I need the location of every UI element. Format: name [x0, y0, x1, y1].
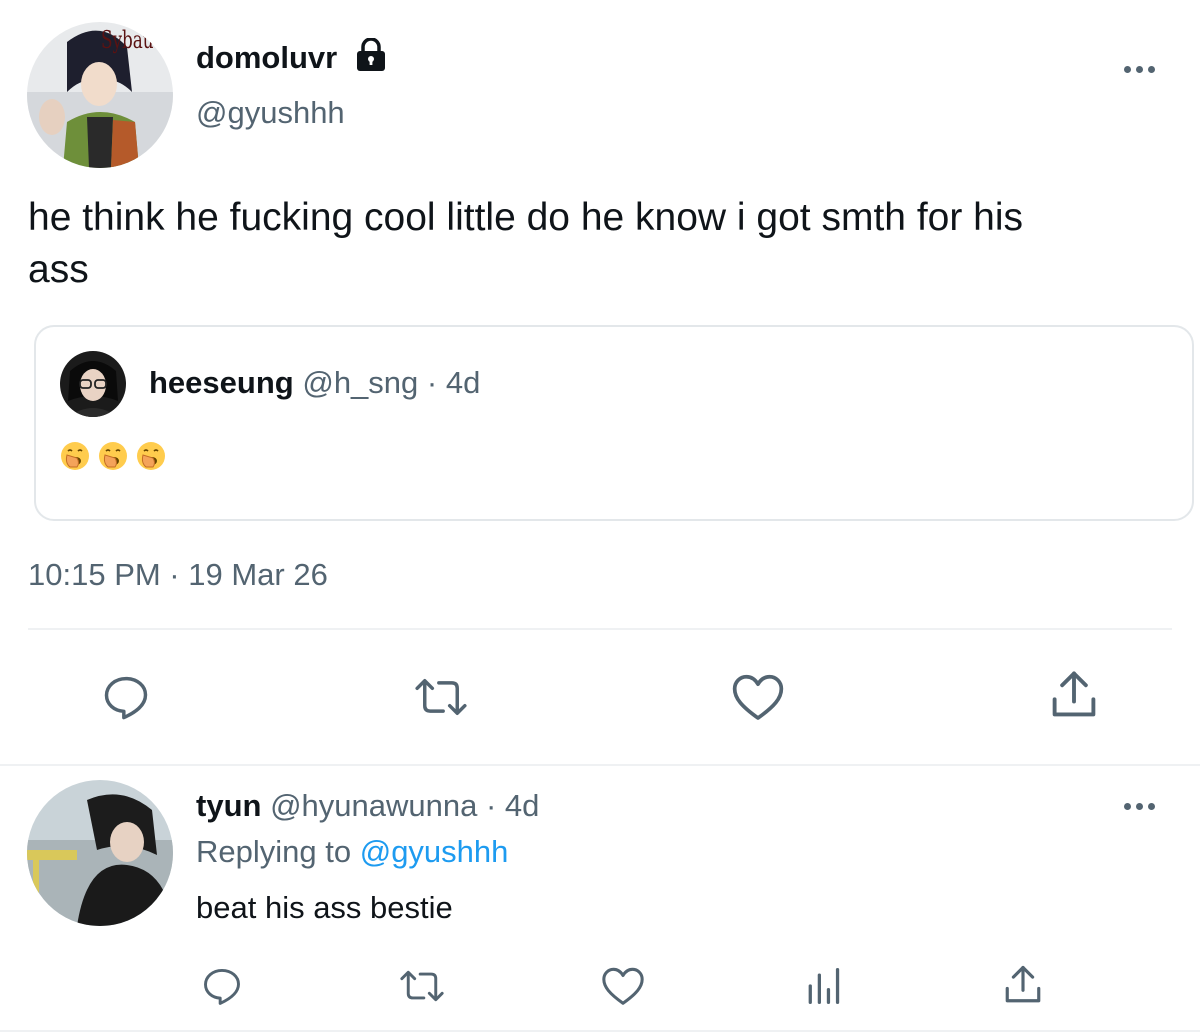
quoted-header: heeseung @h_sng · 4d [149, 365, 480, 401]
tweet-timestamp[interactable]: 10:15 PM · 19 Mar 26 [28, 557, 328, 593]
divider [28, 628, 1172, 630]
reply-avatar[interactable] [27, 780, 173, 926]
reply-reply-icon[interactable] [200, 964, 244, 1008]
quoted-emojis [60, 441, 166, 471]
quoted-age: · 4d [426, 365, 481, 400]
divider [0, 764, 1200, 766]
like-icon[interactable] [730, 671, 786, 723]
yawning-face-emoji [99, 442, 127, 470]
reply-display-name[interactable]: tyun [196, 788, 261, 823]
reply-header: tyun @hyunawunna · 4d [196, 788, 539, 824]
divider [0, 1030, 1200, 1032]
share-icon[interactable] [1048, 667, 1100, 723]
lock-icon [355, 37, 387, 77]
analytics-icon[interactable] [804, 966, 842, 1006]
reply-handle[interactable]: @hyunawunna [270, 788, 477, 823]
reply-retweet-icon[interactable] [396, 964, 448, 1008]
author-avatar[interactable]: Sybau [27, 22, 173, 168]
reply-like-icon[interactable] [600, 964, 646, 1008]
replying-to-prefix: Replying to [196, 834, 352, 869]
author-handle[interactable]: @gyushhh [196, 95, 345, 131]
author-display-name[interactable]: domoluvr [196, 40, 337, 76]
more-options-icon[interactable] [1124, 66, 1155, 73]
replying-to: Replying to @gyushhh [196, 834, 508, 870]
quoted-handle[interactable]: @h_sng [302, 365, 418, 400]
reply-share-icon[interactable] [1002, 962, 1044, 1008]
yawning-face-emoji [137, 442, 165, 470]
tweet-text-line-1: he think he fucking cool little do he kn… [28, 196, 1024, 239]
retweet-icon[interactable] [410, 671, 472, 723]
avatar-caption: Sybau [101, 26, 154, 54]
reply-more-options-icon[interactable] [1124, 803, 1155, 810]
quoted-avatar[interactable] [60, 351, 126, 417]
reply-icon[interactable] [100, 671, 152, 723]
tweet-text: he think he fucking cool little do he kn… [28, 192, 1188, 296]
reply-text: beat his ass bestie [196, 890, 453, 925]
replying-to-handle[interactable]: @gyushhh [360, 834, 509, 869]
reply-age: · 4d [485, 788, 540, 823]
quoted-display-name[interactable]: heeseung [149, 365, 294, 400]
tweet-text-line-2: ass [28, 248, 89, 291]
quoted-tweet-card[interactable]: heeseung @h_sng · 4d [34, 325, 1194, 521]
yawning-face-emoji [61, 442, 89, 470]
